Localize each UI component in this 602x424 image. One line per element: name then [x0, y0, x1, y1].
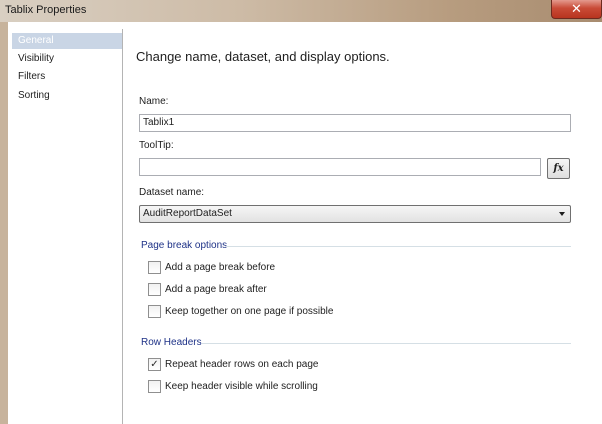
group-divider: [226, 246, 571, 247]
tooltip-input[interactable]: [139, 158, 541, 176]
sidebar-item-sorting[interactable]: Sorting: [12, 88, 122, 104]
page-heading: Change name, dataset, and display option…: [136, 49, 390, 64]
tablix-properties-dialog: Tablix Properties ✕ General Visibility F…: [0, 0, 602, 424]
general-page: Change name, dataset, and display option…: [124, 29, 602, 424]
chevron-down-icon: [559, 212, 565, 216]
close-button[interactable]: ✕: [551, 0, 602, 19]
checkbox[interactable]: [148, 305, 161, 318]
expression-button[interactable]: fx: [547, 158, 570, 179]
row-headers-group-title: Row Headers: [141, 337, 202, 348]
checkbox[interactable]: [148, 261, 161, 274]
name-label: Name:: [139, 96, 169, 107]
dataset-label: Dataset name:: [139, 187, 205, 198]
close-icon: ✕: [571, 1, 582, 16]
sidebar-item-visibility[interactable]: Visibility: [12, 51, 122, 67]
checkmark-icon: ✓: [150, 359, 159, 370]
checkbox[interactable]: [148, 283, 161, 296]
fx-icon: fx: [553, 163, 564, 174]
tooltip-label: ToolTip:: [139, 140, 174, 151]
name-input[interactable]: Tablix1: [139, 114, 571, 132]
sidebar-item-general[interactable]: General: [12, 33, 122, 49]
checkbox-label: Repeat header rows on each page: [165, 359, 319, 370]
group-divider: [202, 343, 571, 344]
checkbox-label: Add a page break after: [165, 284, 267, 295]
sidebar-item-filters[interactable]: Filters: [12, 69, 122, 85]
dataset-dropdown[interactable]: AuditReportDataSet: [139, 205, 571, 223]
title-bar[interactable]: Tablix Properties ✕: [0, 0, 602, 22]
checkbox-label: Keep together on one page if possible: [165, 306, 334, 317]
window-frame: [0, 22, 8, 424]
dataset-selected-value: AuditReportDataSet: [143, 208, 232, 219]
page-break-group-title: Page break options: [141, 240, 228, 251]
sidebar: General Visibility Filters Sorting: [8, 29, 123, 424]
checkbox[interactable]: ✓: [148, 358, 161, 371]
checkbox-label: Keep header visible while scrolling: [165, 381, 318, 392]
checkbox-label: Add a page break before: [165, 262, 276, 273]
window-title: Tablix Properties: [5, 4, 87, 16]
checkbox[interactable]: [148, 380, 161, 393]
